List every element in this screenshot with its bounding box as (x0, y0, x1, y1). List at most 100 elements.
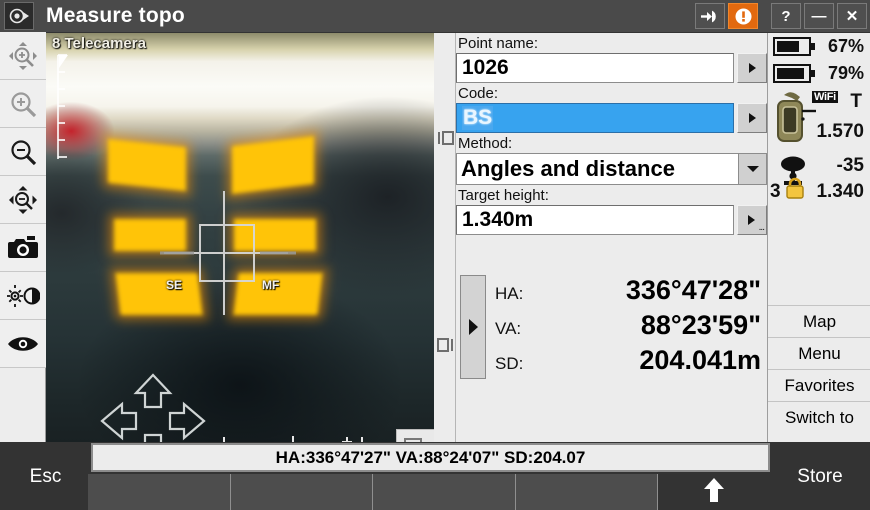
video-side-strip (434, 33, 456, 442)
prism-signal-value: -35 (836, 155, 864, 176)
code-row: BS (456, 103, 767, 133)
alert-icon[interactable] (728, 3, 758, 29)
measurement-readout: HA: 336°47'28" VA: 88°23'59" SD: 204.041… (460, 275, 763, 383)
va-label: VA: (495, 319, 522, 338)
status-bar-text: HA:336°47'27" VA:88°24'07" SD:204.07 (275, 447, 586, 467)
total-station-icon (772, 89, 816, 152)
page-title: Measure topo (46, 4, 185, 27)
title-bar: Measure topo ? — ✕ (0, 0, 870, 32)
options-ellipsis: ... (758, 222, 765, 233)
method-select-value: Angles and distance (461, 156, 675, 181)
fkey-3[interactable] (373, 474, 516, 510)
fkey-2[interactable] (230, 474, 373, 510)
target-height-label: Target height: (458, 187, 549, 204)
nav-up-arrow-icon (133, 373, 173, 409)
survey-instrument-icon (4, 2, 34, 30)
sd-label: SD: (495, 354, 524, 373)
switch-to-button[interactable]: Switch to (768, 401, 870, 433)
nav-right-arrow-icon (168, 401, 206, 441)
map-button-label: Map (802, 311, 837, 331)
crosshair-label-se: SE (166, 278, 183, 292)
measurement-form: Point name: 1026 Code: BS Method: Angles… (456, 33, 767, 442)
left-toolbar (0, 32, 46, 442)
zoom-in-icon[interactable] (0, 80, 46, 128)
up-arrow-icon (702, 476, 726, 509)
method-chevron-down-icon[interactable] (738, 154, 766, 184)
favorites-button-label: Favorites (784, 375, 855, 395)
fkey-1[interactable] (88, 474, 231, 510)
instrument-height-value: 1.570 (816, 121, 864, 142)
crosshair-label-mf: MF (262, 278, 280, 292)
menu-button[interactable]: Menu (768, 337, 870, 369)
target-decrease-icon[interactable] (218, 433, 248, 442)
status-panel-buttons: Map Menu Favorites Switch to (768, 305, 870, 433)
map-button[interactable]: Map (768, 305, 870, 337)
minimize-button[interactable]: — (804, 3, 834, 29)
store-button[interactable]: Store (770, 443, 870, 510)
camera-view[interactable]: 8 Telecamera SE MF (46, 33, 434, 442)
battery-2-percent: 79% (827, 63, 864, 83)
camera-overlay: 8 Telecamera SE MF (46, 33, 434, 442)
camera-nav-pad[interactable] (100, 373, 206, 442)
picture-in-picture-icon[interactable] (396, 429, 434, 442)
nav-down-arrow-icon (143, 433, 163, 442)
function-key-bar (88, 474, 770, 510)
measurement-row: VA: 88°23'59" (495, 310, 763, 345)
camera-label: 8 Telecamera (52, 35, 146, 52)
crosshair-reticle: SE MF (156, 183, 326, 328)
measurement-expand-arrow-icon[interactable] (460, 275, 486, 379)
target-height-row: 1.340m ... (456, 205, 767, 235)
eye-icon[interactable] (0, 320, 46, 368)
camera-icon[interactable] (0, 224, 46, 272)
favorites-button[interactable]: Favorites (768, 369, 870, 401)
switch-to-button-label: Switch to (785, 407, 854, 427)
zoom-out-icon[interactable] (0, 128, 46, 176)
target-height-input[interactable]: 1.340m (456, 205, 734, 235)
menu-button-label: Menu (798, 343, 841, 363)
status-panel: 67% 79% WiFi T 1.570 3 -35 1.340 Map Men… (767, 33, 870, 442)
point-name-input[interactable]: 1026 (456, 53, 734, 83)
target-increase-icon[interactable] (338, 433, 368, 442)
video-window-right-icon[interactable] (437, 338, 454, 357)
zoom-pan-out-icon[interactable] (0, 176, 46, 224)
sd-value: 204.041m (639, 345, 761, 375)
lock-icon (784, 177, 806, 204)
connect-icon[interactable] (695, 3, 725, 29)
fkey-shift[interactable] (658, 474, 770, 510)
zoom-pan-in-icon[interactable] (0, 32, 46, 80)
nav-left-arrow-icon (100, 401, 138, 441)
method-row: Angles and distance (456, 153, 767, 185)
point-name-dropdown-arrow-icon[interactable] (737, 53, 767, 83)
method-label: Method: (458, 135, 513, 152)
code-label: Code: (458, 85, 499, 102)
battery-2-row: 79% (768, 60, 870, 87)
brightness-contrast-icon[interactable] (0, 272, 46, 320)
esc-button[interactable]: Esc (0, 443, 91, 510)
ha-label: HA: (495, 284, 524, 303)
battery-1-percent: 67% (827, 36, 864, 56)
method-select[interactable]: Angles and distance (456, 153, 767, 185)
target-height-options-arrow-icon[interactable]: ... (737, 205, 767, 235)
target-letter: T (850, 91, 862, 112)
fkey-4[interactable] (515, 474, 658, 510)
store-button-label: Store (797, 465, 843, 487)
help-button[interactable]: ? (771, 3, 801, 29)
zoom-scale-indicator (54, 53, 76, 168)
point-name-row: 1026 (456, 53, 767, 83)
target-center-icon[interactable] (276, 433, 310, 442)
instrument-status-row: WiFi T 1.570 (768, 87, 870, 155)
close-button[interactable]: ✕ (837, 3, 867, 29)
point-name-label: Point name: (458, 35, 539, 52)
code-input[interactable]: BS (456, 103, 734, 133)
measurement-rows: HA: 336°47'28" VA: 88°23'59" SD: 204.041… (486, 275, 763, 383)
prism-status-row: 3 -35 1.340 (768, 155, 870, 217)
status-bar: HA:336°47'27" VA:88°24'07" SD:204.07 (91, 443, 770, 472)
code-dropdown-arrow-icon[interactable] (737, 103, 767, 133)
prism-height-value: 1.340 (816, 181, 864, 202)
ha-value: 336°47'28" (625, 275, 761, 305)
battery-icon (773, 37, 815, 56)
esc-button-label: Esc (29, 465, 62, 487)
battery-1-row: 67% (768, 33, 870, 60)
video-window-left-icon[interactable] (437, 131, 454, 150)
measure-topo-window: Measure topo ? — ✕ 8 Telecamera SE MF Po… (0, 0, 870, 510)
